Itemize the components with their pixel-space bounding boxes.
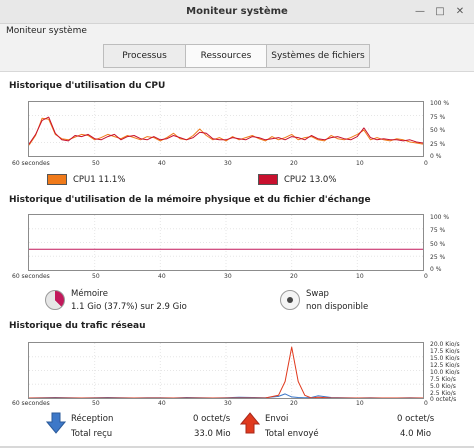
cpu2-color-swatch[interactable] [258, 174, 278, 185]
network-ytick: 5.0 Kio/s [430, 383, 456, 390]
swap-label: Swap [306, 289, 329, 299]
cpu-ytick: 75 % [430, 114, 446, 121]
network-ytick: 10.0 Kio/s [430, 369, 460, 376]
receive-total-label: Total reçu [71, 429, 113, 439]
cpu-series-cpu1 [29, 117, 423, 146]
cpu-xtick: 30 [224, 160, 232, 167]
network-ytick: 17.5 Kio/s [430, 348, 460, 355]
network-graph [28, 342, 424, 399]
window-title: Moniteur système [186, 6, 288, 17]
cpu-section-title: Historique d'utilisation du CPU [9, 81, 166, 91]
network-xtick: 10 [356, 400, 364, 407]
memory-ytick: 100 % [430, 214, 450, 221]
tab-ressources[interactable]: Ressources [185, 44, 267, 68]
cpu-ytick: 0 % [430, 153, 442, 160]
memory-xtick: 10 [356, 273, 364, 280]
network-section-title: Historique du trafic réseau [9, 321, 146, 331]
app-menu[interactable]: Moniteur système [6, 26, 87, 36]
receive-total: 33.0 Mio [194, 429, 231, 439]
network-ytick: 15.0 Kio/s [430, 355, 460, 362]
memory-xtick: 50 [92, 273, 100, 280]
receive-rate: 0 octet/s [193, 414, 231, 424]
cpu1-legend: CPU1 11.1% [73, 175, 125, 185]
swap-pie-icon[interactable] [280, 290, 300, 310]
tab-bar: Processus Ressources Systèmes de fichier… [0, 40, 474, 72]
send-total: 4.0 Mio [400, 429, 432, 439]
memory-ytick: 75 % [430, 227, 446, 234]
cpu-xtick: 0 [424, 160, 428, 167]
send-total-label: Total envoyé [265, 429, 319, 439]
cpu-xtick: 10 [356, 160, 364, 167]
network-xtick: 50 [92, 400, 100, 407]
cpu1-value: 11.1% [98, 175, 126, 185]
memory-graph [28, 214, 424, 271]
send-arrow-icon[interactable] [240, 412, 260, 434]
memory-chart-svg [29, 215, 423, 270]
cpu-ytick: 100 % [430, 100, 450, 107]
maximize-icon[interactable]: □ [433, 5, 447, 19]
cpu-graph [28, 101, 424, 157]
memory-xtick: 40 [158, 273, 166, 280]
memory-xtick: 60 secondes [12, 273, 50, 280]
send-rate: 0 octet/s [397, 414, 435, 424]
memory-detail: 1.1 Gio (37.7%) sur 2.9 Gio [71, 302, 187, 312]
network-series-envoi [29, 346, 423, 398]
network-xtick: 30 [224, 400, 232, 407]
cpu1-label: CPU1 [73, 175, 96, 185]
cpu2-label: CPU2 [284, 175, 307, 185]
title-bar: Moniteur système — □ ✕ [0, 0, 474, 24]
cpu-ytick: 25 % [430, 141, 446, 148]
memory-label: Mémoire [71, 289, 108, 299]
memory-ytick: 25 % [430, 254, 446, 261]
memory-xtick: 20 [290, 273, 298, 280]
receive-arrow-icon[interactable] [46, 412, 66, 434]
network-ytick: 20.0 Kio/s [430, 341, 460, 348]
close-icon[interactable]: ✕ [453, 5, 467, 19]
cpu-xtick: 40 [158, 160, 166, 167]
memory-section-title: Historique d'utilisation de la mémoire p… [9, 195, 371, 205]
network-xtick: 20 [290, 400, 298, 407]
memory-ytick: 50 % [430, 241, 446, 248]
cpu2-legend: CPU2 13.0% [284, 175, 336, 185]
receive-label: Réception [71, 414, 114, 424]
memory-xtick: 30 [224, 273, 232, 280]
tab-systemes-de-fichiers[interactable]: Systèmes de fichiers [266, 44, 370, 68]
swap-detail: non disponible [306, 302, 369, 312]
cpu-xtick: 50 [92, 160, 100, 167]
minimize-icon[interactable]: — [413, 5, 427, 19]
network-ytick: 0 octet/s [430, 396, 457, 403]
menu-bar: Moniteur système [0, 24, 474, 40]
cpu-xtick: 60 secondes [12, 160, 50, 167]
network-ytick: 12.5 Kio/s [430, 362, 460, 369]
network-ytick: 7.5 Kio/s [430, 376, 456, 383]
memory-xtick: 0 [424, 273, 428, 280]
network-chart-svg [29, 343, 423, 398]
send-label: Envoi [265, 414, 289, 424]
tab-processus[interactable]: Processus [103, 44, 186, 68]
network-xtick: 40 [158, 400, 166, 407]
cpu-ytick: 50 % [430, 127, 446, 134]
memory-ytick: 0 % [430, 266, 442, 273]
cpu1-color-swatch[interactable] [47, 174, 67, 185]
cpu-xtick: 20 [290, 160, 298, 167]
network-xtick: 0 [424, 400, 428, 407]
memory-pie-icon[interactable] [45, 290, 65, 310]
network-xtick: 60 secondes [12, 400, 50, 407]
cpu-chart-svg [29, 102, 423, 156]
cpu2-value: 13.0% [309, 175, 337, 185]
